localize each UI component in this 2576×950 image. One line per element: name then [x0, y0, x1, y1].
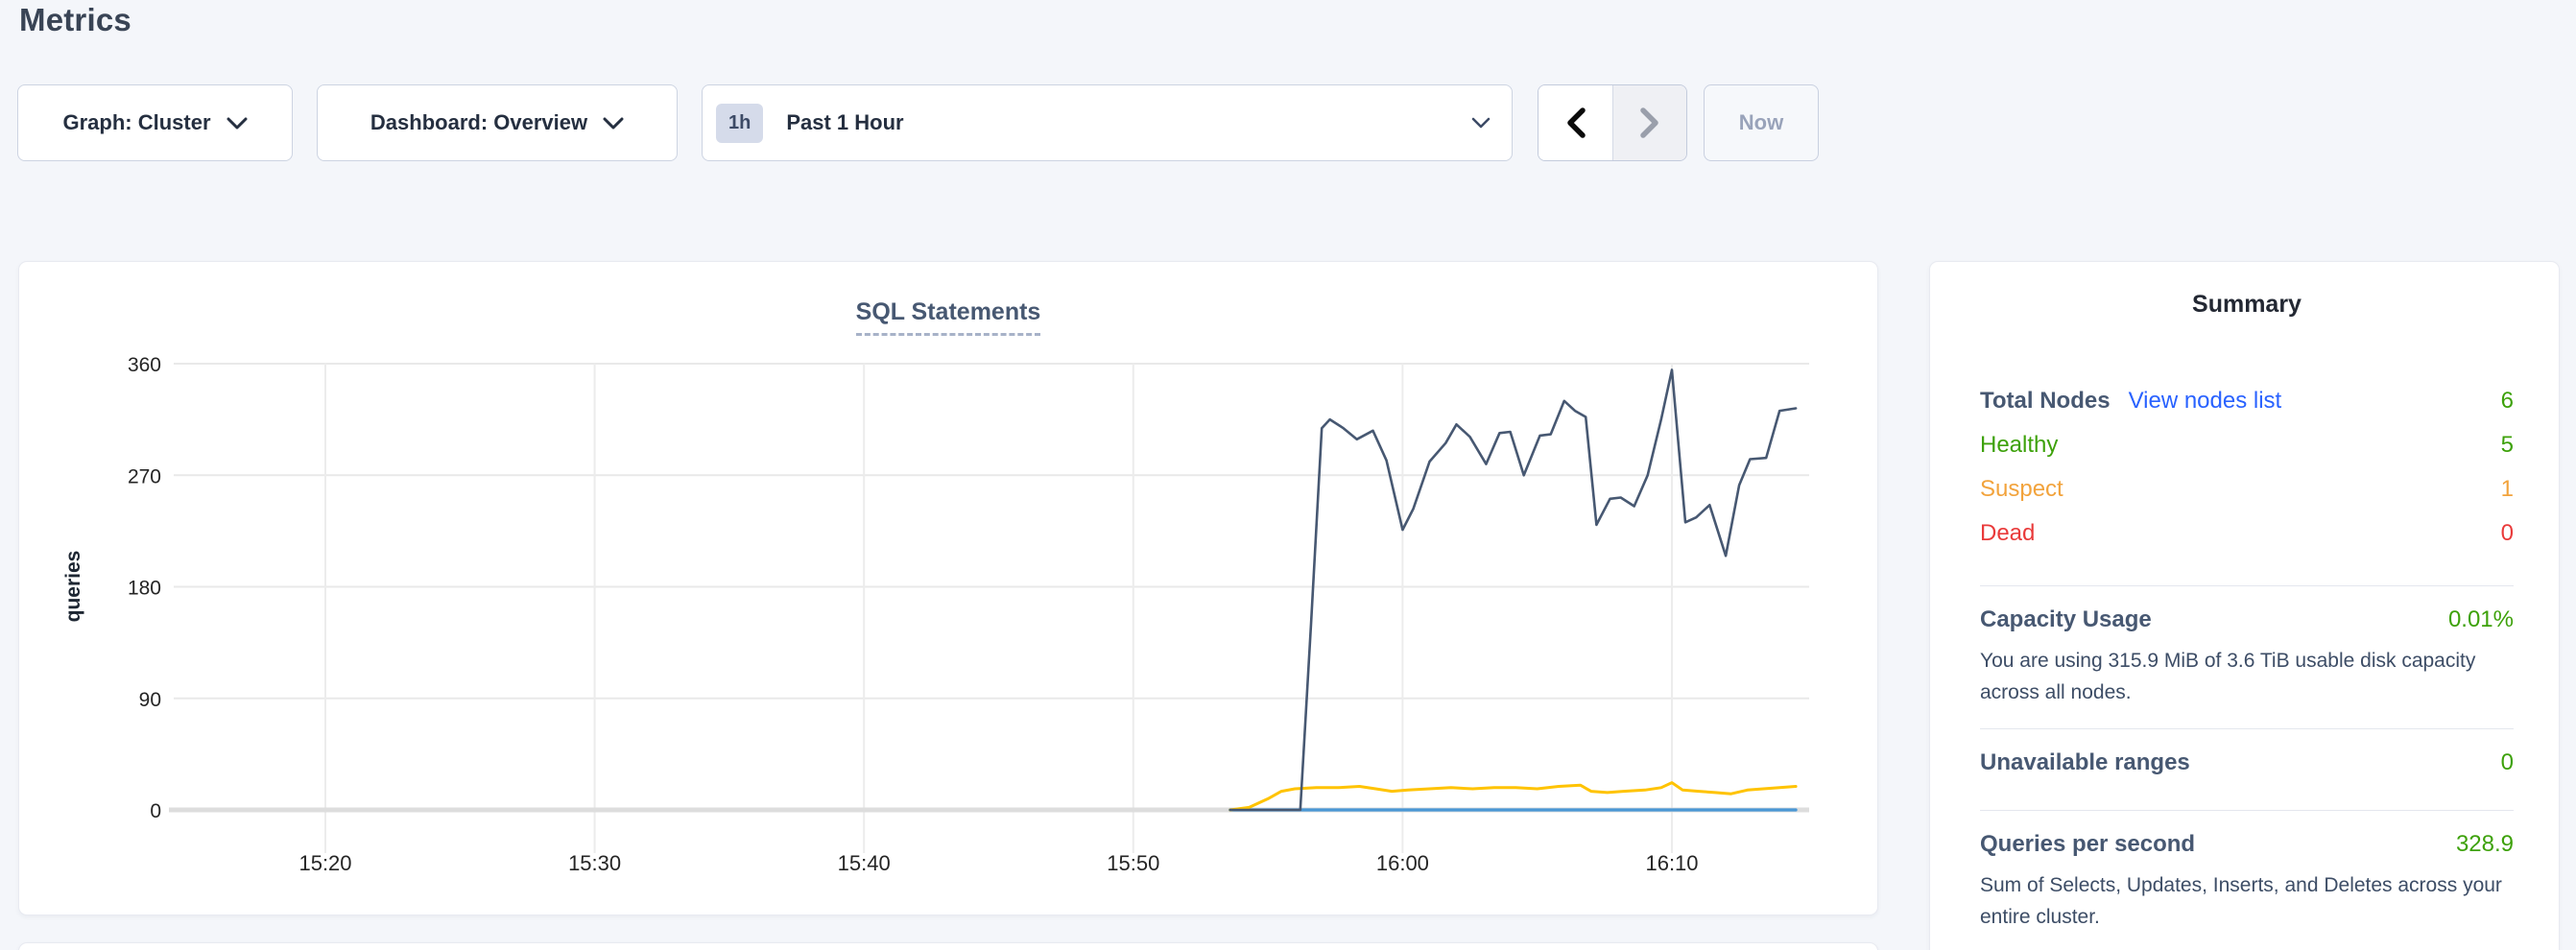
- chevron-down-icon: [227, 117, 248, 130]
- y-tick-label: 360: [128, 354, 161, 376]
- x-tick-label: 15:50: [1107, 851, 1159, 875]
- capacity-usage-label: Capacity Usage: [1980, 606, 2152, 633]
- unavailable-ranges-row: Unavailable ranges 0: [1980, 741, 2514, 785]
- toolbar: Graph: Cluster Dashboard: Overview 1h Pa…: [17, 84, 1819, 161]
- divider: [1980, 810, 2514, 811]
- suspect-nodes-row: Suspect 1: [1980, 467, 2514, 511]
- time-range-badge: 1h: [716, 104, 763, 143]
- summary-panel: Summary Total Nodes View nodes list 6 He…: [1929, 261, 2560, 950]
- queries-per-second-row: Queries per second 328.9: [1980, 822, 2514, 867]
- dead-nodes-row: Dead 0: [1980, 511, 2514, 556]
- unavailable-ranges-value: 0: [2501, 749, 2514, 776]
- time-range-label: Past 1 Hour: [786, 110, 903, 135]
- sql-statements-card: SQL Statements queries 09018027036015:20…: [18, 261, 1878, 915]
- healthy-nodes-row: Healthy 5: [1980, 423, 2514, 467]
- y-tick-label: 270: [128, 465, 161, 487]
- next-range-button[interactable]: [1612, 85, 1686, 160]
- suspect-value: 1: [2501, 476, 2514, 503]
- x-tick-label: 15:40: [838, 851, 891, 875]
- summary-title: Summary: [1980, 291, 2514, 319]
- x-tick-label: 15:30: [568, 851, 621, 875]
- sql-statements-chart[interactable]: 0 90 180 270 360 15:20 15:30 15:40 15:50 16:00 16:…: [19, 262, 1879, 916]
- dead-label: Dead: [1980, 520, 2035, 547]
- x-tick-label: 16:10: [1645, 851, 1698, 875]
- nodes-block: Total Nodes View nodes list 6 Healthy 5 …: [1980, 379, 2514, 556]
- healthy-label: Healthy: [1980, 432, 2058, 459]
- navy-series-line: [1230, 370, 1796, 811]
- queries-per-second-value: 328.9: [2456, 831, 2514, 858]
- healthy-value: 5: [2501, 432, 2514, 459]
- next-chart-card: [18, 942, 1878, 950]
- queries-per-second-description: Sum of Selects, Updates, Inserts, and De…: [1980, 870, 2514, 934]
- chevron-right-icon: [1639, 107, 1660, 139]
- page-title: Metrics: [19, 2, 131, 38]
- dead-value: 0: [2501, 520, 2514, 547]
- previous-range-button[interactable]: [1538, 85, 1612, 160]
- chevron-down-icon: [603, 117, 624, 130]
- divider: [1980, 728, 2514, 729]
- chevron-down-icon: [1471, 117, 1491, 129]
- capacity-usage-description: You are using 315.9 MiB of 3.6 TiB usabl…: [1980, 646, 2514, 709]
- y-tick-label: 180: [128, 578, 161, 600]
- x-tick-label: 16:00: [1376, 851, 1429, 875]
- graph-dropdown[interactable]: Graph: Cluster: [17, 84, 293, 161]
- capacity-usage-value: 0.01%: [2448, 606, 2514, 633]
- suspect-label: Suspect: [1980, 476, 2063, 503]
- capacity-usage-row: Capacity Usage 0.01%: [1980, 598, 2514, 642]
- graph-dropdown-label: Graph: Cluster: [62, 110, 210, 135]
- y-tick-label: 0: [150, 800, 161, 822]
- time-step-button-group: [1538, 84, 1687, 161]
- total-nodes-row: Total Nodes View nodes list 6: [1980, 379, 2514, 423]
- total-nodes-label: Total Nodes: [1980, 388, 2111, 415]
- dashboard-dropdown[interactable]: Dashboard: Overview: [317, 84, 678, 161]
- x-tick-label: 15:20: [298, 851, 351, 875]
- view-nodes-list-link[interactable]: View nodes list: [2129, 388, 2282, 415]
- chevron-left-icon: [1565, 107, 1586, 139]
- total-nodes-value: 6: [2501, 388, 2514, 415]
- time-range-dropdown[interactable]: 1h Past 1 Hour: [702, 84, 1513, 161]
- unavailable-ranges-label: Unavailable ranges: [1980, 749, 2190, 776]
- dashboard-dropdown-label: Dashboard: Overview: [370, 110, 587, 135]
- y-tick-label: 90: [139, 689, 161, 711]
- yellow-series-line: [1230, 783, 1796, 810]
- now-button[interactable]: Now: [1704, 84, 1819, 161]
- queries-per-second-label: Queries per second: [1980, 831, 2195, 858]
- divider: [1980, 585, 2514, 586]
